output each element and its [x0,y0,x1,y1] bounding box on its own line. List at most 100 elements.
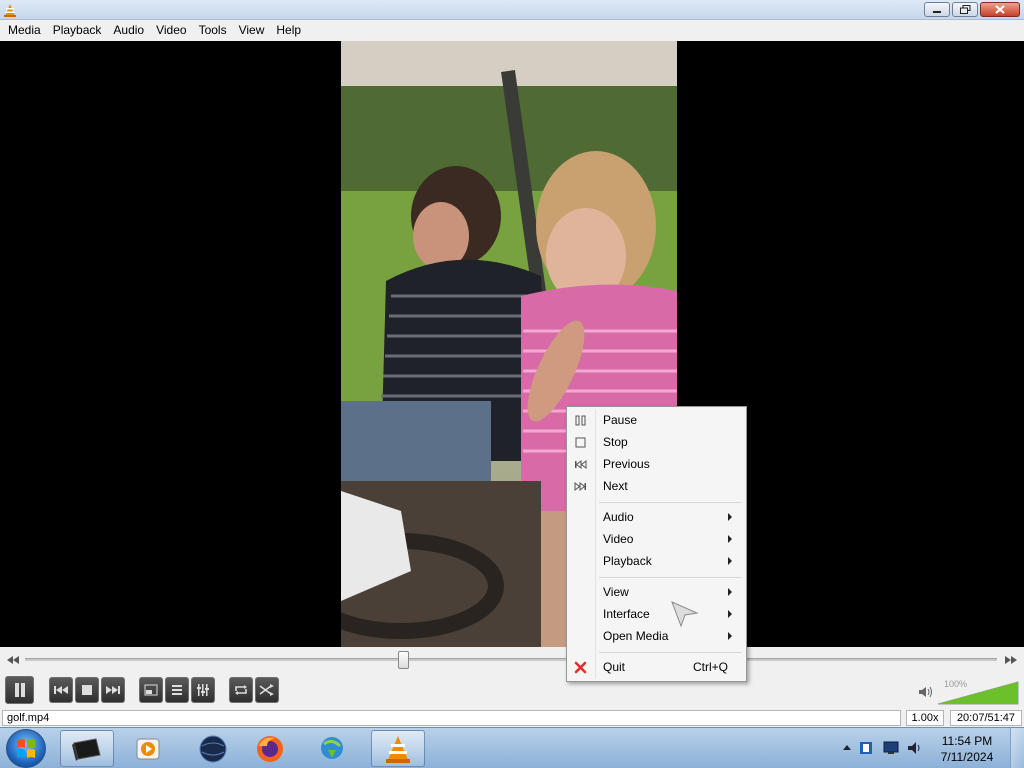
menu-audio[interactable]: Audio [107,20,150,41]
firefox-icon [257,735,283,762]
ctx-item-open-media[interactable]: Open Media [569,625,744,647]
volume-tray-icon[interactable] [906,740,924,756]
playlist-button[interactable] [165,677,189,703]
submenu-arrow-icon [728,513,732,521]
ctx-label-interface: Interface [603,607,650,621]
windows-logo-icon [17,739,35,758]
fullscreen-button[interactable] [139,677,163,703]
fullscreen-icon [144,684,158,696]
restore-icon [959,5,970,14]
submenu-arrow-icon [728,588,732,596]
taskbar: 11:54 PM 7/11/2024 [0,727,1024,768]
ctx-item-previous[interactable]: Previous [569,453,744,475]
menu-bar: Media Playback Audio Video Tools View He… [0,20,1024,41]
shuffle-icon [259,684,274,696]
taskbar-firefox[interactable] [243,730,297,767]
seek-row [0,647,1024,673]
loop-icon [235,685,247,695]
next-button[interactable] [101,677,125,703]
globe-icon [199,735,227,762]
status-filename: golf.mp4 [2,710,901,726]
menu-playback[interactable]: Playback [47,20,108,41]
playback-speed[interactable]: 1.00x [906,710,944,726]
playback-buttons: 100% [0,675,1024,707]
taskbar-download-manager[interactable] [305,730,359,767]
submenu-arrow-icon [728,557,732,565]
seek-handle[interactable] [397,651,409,669]
ctx-label-quit: Quit [603,660,626,674]
ctx-item-quit[interactable]: Quit Ctrl+Q [569,656,744,678]
mouse-cursor-icon [671,601,699,627]
ctx-label-playback: Playback [603,554,652,568]
taskbar-vlc[interactable] [371,730,425,767]
security-tray-icon[interactable] [858,740,874,756]
taskbar-globe-app[interactable] [186,730,240,767]
stop-icon [82,685,92,695]
network-tray-icon[interactable] [882,740,900,756]
taskbar-clock[interactable]: 11:54 PM 7/11/2024 [932,733,1002,765]
close-icon [995,5,1005,14]
minimize-button[interactable] [924,2,950,17]
extended-settings-button[interactable] [191,677,215,703]
title-bar [0,0,1024,20]
submenu-arrow-icon [728,610,732,618]
previous-icon [575,459,587,470]
menu-tools[interactable]: Tools [193,20,233,41]
taskbar-media-player[interactable] [121,730,175,767]
ctx-separator [599,577,742,578]
ctx-item-audio[interactable]: Audio [569,506,744,528]
ctx-label-previous: Previous [603,457,650,471]
volume-slider[interactable] [938,681,1020,705]
next-icon [574,481,586,492]
ctx-label-next: Next [603,479,628,493]
previous-icon [54,686,68,694]
media-player-icon [136,738,160,759]
submenu-arrow-icon [728,632,732,640]
taskbar-terminal[interactable] [60,730,114,767]
menu-media[interactable]: Media [2,20,47,41]
next-icon [106,686,120,694]
pause-button[interactable] [5,676,34,704]
close-button[interactable] [980,2,1020,17]
stop-icon [575,437,586,448]
ctx-label-stop: Stop [603,435,628,449]
start-button[interactable] [6,729,46,768]
ctx-item-playback[interactable]: Playback [569,550,744,572]
ctx-label-audio: Audio [603,510,634,524]
ctx-item-stop[interactable]: Stop [569,431,744,453]
vlc-cone-icon [4,4,16,17]
ctx-item-video[interactable]: Video [569,528,744,550]
menu-view[interactable]: View [233,20,271,41]
restore-button[interactable] [952,2,978,17]
ctx-item-next[interactable]: Next [569,475,744,497]
show-desktop-button[interactable] [1010,728,1024,768]
equalizer-icon [197,684,209,696]
previous-button[interactable] [49,677,73,703]
ctx-shortcut-quit: Ctrl+Q [693,660,729,674]
speaker-icon[interactable] [918,685,934,699]
seek-back-icon[interactable] [6,653,20,667]
ctx-item-view[interactable]: View [569,581,744,603]
shuffle-button[interactable] [255,677,279,703]
clock-time: 11:54 PM [941,734,993,748]
seek-forward-icon[interactable] [1004,653,1018,667]
vlc-cone-icon [386,735,410,763]
system-tray: 11:54 PM 7/11/2024 [834,728,1024,768]
playlist-icon [172,685,182,695]
menu-video[interactable]: Video [150,20,192,41]
controls-panel: 100% [0,647,1024,709]
menu-help[interactable]: Help [270,20,307,41]
ctx-label-view: View [603,585,629,599]
video-output[interactable] [0,41,1024,647]
ctx-label-open-media: Open Media [603,629,669,643]
clock-date: 7/11/2024 [940,750,994,764]
ctx-item-interface[interactable]: Interface [569,603,744,625]
seek-slider[interactable] [25,658,997,661]
context-menu: Pause Stop Previous Next Audio Video Pla… [566,406,747,682]
stop-button[interactable] [75,677,99,703]
time-display[interactable]: 20:07/51:47 [950,710,1022,726]
ctx-item-pause[interactable]: Pause [569,409,744,431]
loop-button[interactable] [229,677,253,703]
show-hidden-icons-icon[interactable] [842,743,852,751]
ctx-separator [599,502,742,503]
